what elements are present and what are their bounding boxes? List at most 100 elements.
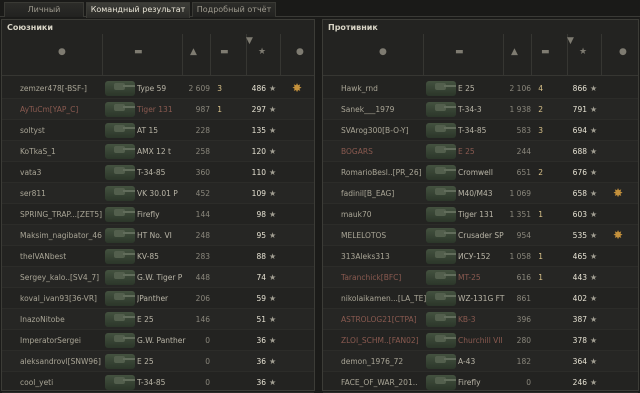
tank-icon [426, 81, 456, 96]
xp-value: 36 [256, 336, 266, 345]
sort-arrow-icon[interactable]: ▼ [567, 36, 574, 46]
star-icon: ★ [269, 231, 277, 240]
table-row[interactable]: mauk70 Tiger 131 1 351 1 603 ★ [323, 204, 638, 225]
kills-value [210, 162, 222, 183]
medal-icon[interactable]: ✸ [290, 82, 304, 95]
star-icon: ★ [590, 273, 598, 282]
kills-value [531, 351, 543, 372]
sort-arrow-icon[interactable]: ▼ [246, 36, 253, 46]
table-row[interactable]: Taranchick[BFC] MT-25 616 1 443 ★ [323, 267, 638, 288]
damage-value: 228 [195, 126, 210, 135]
medal-icon[interactable]: ✸ [611, 187, 625, 200]
star-icon: ★ [269, 189, 277, 198]
xp-value: 297 [251, 105, 266, 114]
player-name: SVArog300[B-O-Y] [341, 126, 409, 135]
kills-value: 1 [538, 210, 543, 219]
table-row[interactable]: InazoNitobe E 25 146 51 ★ [2, 309, 314, 330]
star-icon: ★ [590, 84, 598, 93]
kills-icon[interactable]: ▬ [220, 47, 229, 57]
table-row[interactable]: Maksim_nagibator_46 HT No. VI 248 95 ★ [2, 225, 314, 246]
table-row[interactable]: koval_ivan93[36-VR] JPanther 206 59 ★ [2, 288, 314, 309]
tab-personal-result[interactable]: Личный результат [4, 2, 84, 28]
tank-icon [105, 165, 135, 180]
table-row[interactable]: Sanek___1979 T-34-3 1 938 2 791 ★ [323, 99, 638, 120]
player-name: KoTkaS_1 [20, 147, 56, 156]
vehicle-name: T-34-85 [137, 378, 166, 387]
status-icon[interactable]: ● [296, 47, 304, 57]
table-row[interactable]: cool_yeti T-34-85 0 36 ★ [2, 372, 314, 393]
table-row[interactable]: ASTROLOG21[CTPA] KB-3 396 387 ★ [323, 309, 638, 330]
tank-icon [105, 186, 135, 201]
player-name: ser811 [20, 189, 46, 198]
table-row[interactable]: vata3 T-34-85 360 110 ★ [2, 162, 314, 183]
table-row[interactable]: soltyst AT 15 228 135 ★ [2, 120, 314, 141]
table-row[interactable]: zemzer478[-BSF-] Type 59 2 609 3 486 ★ ✸ [2, 78, 314, 99]
table-row[interactable]: ZLOI_SCHM..[FAN02] Churchill VII 280 378 ★ [323, 330, 638, 351]
player-name: theIVANbest [20, 252, 67, 261]
table-row[interactable]: MELELOTOS Crusader SP 954 535 ★ ✸ [323, 225, 638, 246]
enemies-panel: Противник ● ▬ ▲ ▬ ▼ ★ ● Hawk_rnd E 25 2 10… [322, 19, 639, 393]
vehicle-name: ИСУ-152 [458, 252, 491, 261]
table-row[interactable]: 313Aleks313 ИСУ-152 1 058 1 465 ★ [323, 246, 638, 267]
vehicle-name: VK 30.01 P [137, 189, 178, 198]
player-name: Sergey_kalo..[SV4_7] [20, 273, 100, 282]
kills-value [531, 141, 543, 162]
damage-icon[interactable]: ▲ [511, 47, 518, 57]
star-icon[interactable]: ★ [258, 47, 266, 57]
table-row[interactable]: KoTkaS_1 AMX 12 t 258 120 ★ [2, 141, 314, 162]
table-row[interactable]: SVArog300[B-O-Y] T-34-85 583 3 694 ★ [323, 120, 638, 141]
xp-value: 74 [256, 273, 266, 282]
player-name: nikolaikamen...[LA_TE] [341, 294, 427, 303]
table-row[interactable]: Hawk_rnd E 25 2 106 4 866 ★ [323, 78, 638, 99]
table-row[interactable]: ser811 VK 30.01 P 452 109 ★ [2, 183, 314, 204]
medal-icon[interactable]: ✸ [611, 229, 625, 242]
tank-icon [105, 354, 135, 369]
table-row[interactable]: aleksandrovl[SNW96] E 25 0 36 ★ [2, 351, 314, 372]
tank-icon [426, 165, 456, 180]
table-row[interactable]: ImperatorSergei G.W. Panther 0 36 ★ [2, 330, 314, 351]
star-icon: ★ [269, 252, 277, 261]
table-row[interactable]: BOGARS E 25 244 688 ★ [323, 141, 638, 162]
tank-icon [426, 375, 456, 390]
damage-value: 0 [526, 378, 531, 387]
table-row[interactable]: theIVANbest KV-85 283 88 ★ [2, 246, 314, 267]
table-row[interactable]: Sergey_kalo..[SV4_7] G.W. Tiger P 448 74 ★ [2, 267, 314, 288]
player-icon[interactable]: ● [58, 47, 66, 57]
tank-icon[interactable]: ▬ [134, 47, 143, 57]
damage-icon[interactable]: ▲ [190, 47, 197, 57]
damage-value: 283 [195, 252, 210, 261]
xp-value: 535 [572, 231, 587, 240]
player-name: MELELOTOS [341, 231, 387, 240]
player-icon[interactable]: ● [379, 47, 387, 57]
table-row[interactable]: fadinil[B_EAG] M40/M43 1 069 658 ★ ✸ [323, 183, 638, 204]
damage-value: 448 [195, 273, 210, 282]
table-row[interactable]: RomarioBesl..[PR_26] Cromwell 651 2 676 ★ [323, 162, 638, 183]
kills-value: 2 [538, 168, 543, 177]
star-icon: ★ [269, 357, 277, 366]
vehicle-name: Crusader SP [458, 231, 504, 240]
vehicle-name: KB-3 [458, 315, 476, 324]
tank-icon [105, 102, 135, 117]
star-icon: ★ [590, 189, 598, 198]
tank-icon[interactable]: ▬ [455, 47, 464, 57]
kills-icon[interactable]: ▬ [541, 47, 550, 57]
kills-value [210, 120, 222, 141]
xp-value: 364 [572, 357, 587, 366]
tank-icon [105, 333, 135, 348]
damage-value: 616 [516, 273, 531, 282]
vehicle-name: Tiger 131 [458, 210, 494, 219]
tab-team-result[interactable]: Командный результат [86, 2, 190, 18]
table-row[interactable]: nikolaikamen...[LA_TE] WZ-131G FT 861 402 ★ [323, 288, 638, 309]
table-row[interactable]: SPRING_TRAP...[ZET5] Firefly 144 98 ★ [2, 204, 314, 225]
star-icon: ★ [269, 168, 277, 177]
table-row[interactable]: demon_1976_72 A-43 182 364 ★ [323, 351, 638, 372]
table-row[interactable]: FACE_OF_WAR_201.. Firefly 0 246 ★ [323, 372, 638, 393]
player-name: cool_yeti [20, 378, 54, 387]
tab-detailed-report[interactable]: Подробный отчёт [192, 2, 276, 17]
table-row[interactable]: AyTuCm[YAP_C] Tiger 131 987 1 297 ★ [2, 99, 314, 120]
star-icon: ★ [590, 126, 598, 135]
status-icon[interactable]: ● [619, 47, 627, 57]
kills-value [210, 288, 222, 309]
kills-value [210, 267, 222, 288]
star-icon[interactable]: ★ [579, 47, 587, 57]
